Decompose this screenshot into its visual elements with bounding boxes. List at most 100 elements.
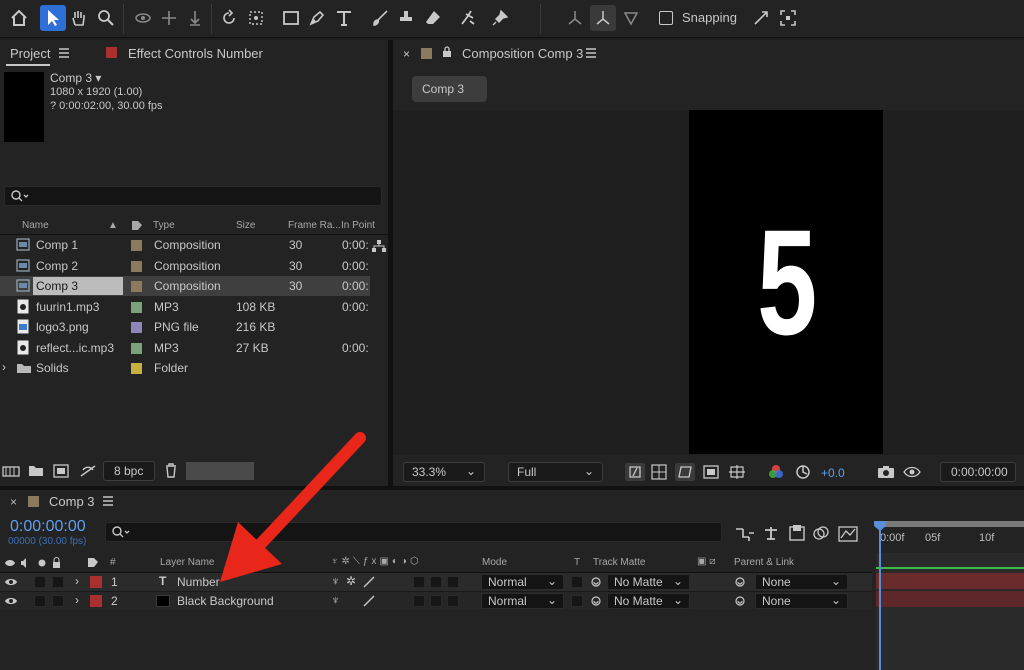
eraser-tool-icon[interactable] bbox=[420, 5, 446, 31]
interpret-footage-icon[interactable] bbox=[2, 464, 20, 478]
label-swatch[interactable] bbox=[131, 343, 142, 354]
rotate-tool-icon[interactable] bbox=[216, 5, 242, 31]
switch-box[interactable] bbox=[413, 595, 425, 607]
switch-box[interactable] bbox=[430, 576, 442, 588]
label-swatch[interactable] bbox=[131, 322, 142, 333]
visibility-eye-icon[interactable] bbox=[4, 596, 18, 606]
viewer-timecode[interactable]: 0:00:00:00 bbox=[940, 462, 1016, 482]
quality-switch-icon[interactable] bbox=[362, 594, 376, 608]
zoom-tool-icon[interactable] bbox=[93, 5, 119, 31]
parent-dropdown[interactable]: None ⌄ bbox=[755, 593, 848, 609]
solo-toggle[interactable] bbox=[34, 576, 46, 588]
col-track-matte[interactable]: Track Matte bbox=[593, 557, 645, 568]
preserve-transparency-toggle[interactable] bbox=[571, 576, 583, 588]
fit-frame-icon[interactable] bbox=[775, 5, 801, 31]
mask-visibility-icon[interactable] bbox=[675, 463, 695, 481]
bit-depth-button[interactable]: 8 bpc bbox=[103, 461, 155, 481]
switch-box[interactable] bbox=[447, 576, 459, 588]
matte-pickwhip-icon[interactable] bbox=[590, 595, 602, 607]
lock-icon[interactable] bbox=[442, 46, 452, 58]
flowchart-icon[interactable] bbox=[372, 240, 386, 252]
layer-label-color[interactable] bbox=[90, 595, 102, 607]
reset-exposure-icon[interactable] bbox=[795, 464, 811, 480]
list-item[interactable]: reflect...ic.mp3 MP3 27 KB 0:00: bbox=[0, 338, 370, 358]
graph-editor-icon[interactable] bbox=[838, 524, 858, 542]
shy-switch-icon[interactable]: ♆ bbox=[331, 593, 340, 607]
composition-area[interactable]: 5 bbox=[393, 110, 1024, 455]
label-swatch[interactable] bbox=[131, 363, 142, 374]
rectangle-tool-icon[interactable] bbox=[278, 5, 304, 31]
label-tag-icon[interactable] bbox=[131, 220, 143, 231]
transparency-grid-icon[interactable] bbox=[651, 464, 667, 480]
composition-mini-flowchart-icon[interactable] bbox=[735, 525, 755, 541]
viewer-menu-icon[interactable] bbox=[585, 48, 597, 58]
new-folder-icon[interactable] bbox=[28, 464, 44, 477]
track-matte-dropdown[interactable]: No Matte ⌄ bbox=[607, 593, 690, 609]
chevron-right-icon[interactable]: › bbox=[75, 593, 79, 607]
expand-icon[interactable] bbox=[748, 5, 774, 31]
list-item[interactable]: Comp 1 Composition 30 0:00: bbox=[0, 235, 370, 255]
current-time-display[interactable]: 0:00:00:00 bbox=[10, 518, 86, 536]
preserve-transparency-toggle[interactable] bbox=[571, 595, 583, 607]
brush-tool-icon[interactable] bbox=[367, 5, 393, 31]
show-snapshot-icon[interactable] bbox=[903, 464, 921, 480]
resolution-dropdown[interactable]: Full ⌄ bbox=[508, 462, 603, 482]
fast-preview-icon[interactable] bbox=[625, 463, 645, 481]
blend-mode-dropdown[interactable]: Normal ⌄ bbox=[481, 593, 564, 609]
col-preserve-transparency[interactable]: T bbox=[574, 557, 580, 568]
chevron-right-icon[interactable]: › bbox=[75, 574, 79, 588]
parent-pickwhip-icon[interactable] bbox=[734, 595, 746, 607]
layer-name[interactable]: Black Background bbox=[177, 594, 274, 608]
av-features-icons[interactable] bbox=[4, 557, 60, 569]
new-composition-icon[interactable] bbox=[53, 464, 69, 478]
chevron-right-icon[interactable]: › bbox=[2, 360, 6, 374]
effect-controls-tab[interactable]: Effect Controls Number bbox=[128, 46, 263, 61]
snapshot-camera-icon[interactable] bbox=[877, 465, 895, 479]
grid-guides-icon[interactable] bbox=[728, 464, 746, 480]
list-item[interactable]: Comp 2 Composition 30 0:00: bbox=[0, 256, 370, 276]
timeline-tab[interactable]: Comp 3 bbox=[49, 494, 95, 509]
puppet-pin-icon[interactable] bbox=[487, 5, 513, 31]
hand-tool-icon[interactable] bbox=[66, 5, 92, 31]
anchor-point-icon[interactable] bbox=[243, 5, 269, 31]
timeline-search-input[interactable] bbox=[105, 522, 722, 542]
playhead-handle[interactable] bbox=[874, 521, 886, 531]
solo-toggle[interactable] bbox=[34, 595, 46, 607]
list-item[interactable]: › Solids Folder bbox=[0, 358, 370, 378]
col-in-point[interactable]: In Point bbox=[341, 220, 375, 231]
col-number[interactable]: # bbox=[110, 557, 116, 568]
playhead[interactable] bbox=[879, 521, 881, 670]
col-frame-rate[interactable]: Frame Ra... bbox=[288, 220, 341, 231]
region-of-interest-icon[interactable] bbox=[703, 464, 719, 480]
lock-toggle[interactable] bbox=[52, 595, 64, 607]
col-layer-name[interactable]: Layer Name bbox=[160, 557, 214, 568]
blend-mode-dropdown[interactable]: Normal ⌄ bbox=[481, 574, 564, 590]
home-icon[interactable] bbox=[6, 5, 32, 31]
exposure-value[interactable]: +0.0 bbox=[821, 466, 845, 480]
zoom-dropdown[interactable]: 33.3% ⌄ bbox=[403, 462, 485, 482]
list-item[interactable]: fuurin1.mp3 MP3 108 KB 0:00: bbox=[0, 297, 370, 317]
pan-camera-icon[interactable] bbox=[156, 5, 182, 31]
selection-tool-icon[interactable] bbox=[40, 5, 66, 31]
composition-tab[interactable]: Composition Comp 3 bbox=[462, 46, 583, 61]
project-settings-icon[interactable] bbox=[79, 464, 97, 478]
label-swatch[interactable] bbox=[131, 261, 142, 272]
time-ruler[interactable]: 0:00f 05f 10f bbox=[876, 521, 1024, 551]
col-name[interactable]: Name bbox=[22, 220, 49, 231]
matte-pickwhip-icon[interactable] bbox=[590, 576, 602, 588]
layer-duration-bar[interactable] bbox=[876, 573, 1024, 589]
timeline-menu-icon[interactable] bbox=[102, 496, 114, 506]
dolly-camera-icon[interactable] bbox=[182, 5, 208, 31]
col-parent-link[interactable]: Parent & Link bbox=[734, 557, 794, 568]
parent-dropdown[interactable]: None ⌄ bbox=[755, 574, 848, 590]
motion-blur-icon[interactable] bbox=[812, 524, 830, 542]
project-tab[interactable]: Project bbox=[10, 46, 50, 61]
item-name[interactable]: Comp 3 bbox=[33, 277, 123, 295]
world-axis-icon[interactable] bbox=[590, 5, 616, 31]
sort-arrow-icon[interactable]: ▲ bbox=[108, 220, 118, 231]
work-area-bar[interactable] bbox=[876, 521, 1024, 527]
panel-menu-icon[interactable] bbox=[58, 48, 70, 58]
label-column-icon[interactable] bbox=[87, 557, 99, 568]
close-timeline-icon[interactable]: × bbox=[10, 495, 17, 509]
frame-blending-icon[interactable] bbox=[788, 524, 806, 542]
